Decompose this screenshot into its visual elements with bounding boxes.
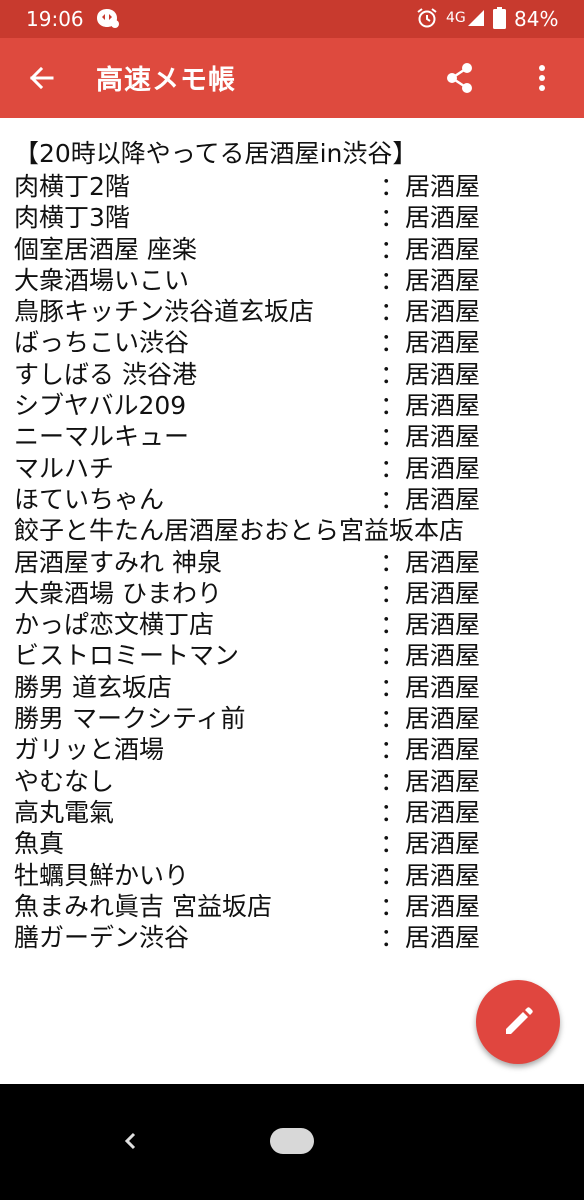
list-item: やむなし ：居酒屋 (0, 762, 584, 796)
list-item: 大衆酒場 ひまわり ：居酒屋 (0, 574, 584, 608)
status-bar: 19:06 4G 84% (0, 0, 584, 38)
app-bar: 高速メモ帳 (0, 38, 584, 118)
list-item: かっぱ恋文横丁店 ：居酒屋 (0, 605, 584, 639)
list-item: シブヤバル209 ：居酒屋 (0, 386, 584, 420)
restaurant-category: ：居酒屋 (380, 923, 481, 953)
alarm-icon (416, 7, 438, 29)
app-title: 高速メモ帳 (96, 65, 236, 96)
list-item: 個室居酒屋 座楽 ：居酒屋 (0, 230, 584, 264)
restaurant-name: 膳ガーデン渋谷 (14, 923, 190, 953)
list-item: すしばる 渋谷港 ：居酒屋 (0, 355, 584, 389)
battery-icon (493, 7, 506, 29)
list-item: 居酒屋すみれ 神泉 ：居酒屋 (0, 543, 584, 577)
back-arrow-icon[interactable] (22, 58, 62, 98)
nav-home-pill[interactable] (270, 1128, 314, 1154)
edit-pencil-icon (506, 1007, 533, 1034)
memo-title: 【20時以降やってる居酒屋in渋谷】 (14, 139, 418, 168)
list-item: 牡蠣貝鮮かいり ：居酒屋 (0, 856, 584, 890)
battery-percent: 84% (514, 7, 559, 31)
list-item: ニーマルキュー ：居酒屋 (0, 417, 584, 451)
list-item: 魚真 ：居酒屋 (0, 824, 584, 858)
app-notification-icon (94, 6, 120, 30)
memo-list: 肉横丁2階 ：居酒屋 肉横丁3階 ：居酒屋 個室居酒屋 座楽 ：居酒屋 大衆酒場いこい ：居酒… (0, 167, 584, 952)
list-item: マルハチ ：居酒屋 (0, 449, 584, 483)
memo-content[interactable]: 【20時以降やってる居酒屋in渋谷】 肉横丁2階 ：居酒屋 肉横丁3階 ：居酒屋 個室居… (0, 118, 584, 1084)
list-item: 餃子と牛たん居酒屋おおとら宮益坂本店 (0, 511, 584, 545)
list-item: ほていちゃん ：居酒屋 (0, 480, 584, 514)
list-item: 大衆酒場いこい ：居酒屋 (0, 261, 584, 295)
more-vert-icon[interactable] (522, 58, 562, 98)
edit-button[interactable] (476, 980, 560, 1064)
list-item: 勝男 道玄坂店 ：居酒屋 (0, 668, 584, 702)
list-item: 勝男 マークシティ前 ：居酒屋 (0, 699, 584, 733)
list-item: 魚まみれ眞吉 宮益坂店 ：居酒屋 (0, 887, 584, 921)
list-item: 膳ガーデン渋谷 ：居酒屋 (0, 918, 584, 952)
navigation-bar (0, 1084, 584, 1200)
list-item: 肉横丁3階 ：居酒屋 (0, 198, 584, 232)
nav-back-icon[interactable] (118, 1124, 142, 1158)
list-item: ガリッと酒場 ：居酒屋 (0, 730, 584, 764)
list-item: ビストロミートマン ：居酒屋 (0, 636, 584, 670)
status-time: 19:06 (26, 7, 84, 31)
share-icon[interactable] (440, 58, 480, 98)
list-item: ばっちこい渋谷 ：居酒屋 (0, 323, 584, 357)
signal-icon (464, 8, 486, 28)
list-item: 鳥豚キッチン渋谷道玄坂店 ：居酒屋 (0, 292, 584, 326)
list-item: 肉横丁2階 ：居酒屋 (0, 167, 584, 201)
network-type: 4G (446, 10, 466, 26)
list-item: 高丸電氣 ：居酒屋 (0, 793, 584, 827)
